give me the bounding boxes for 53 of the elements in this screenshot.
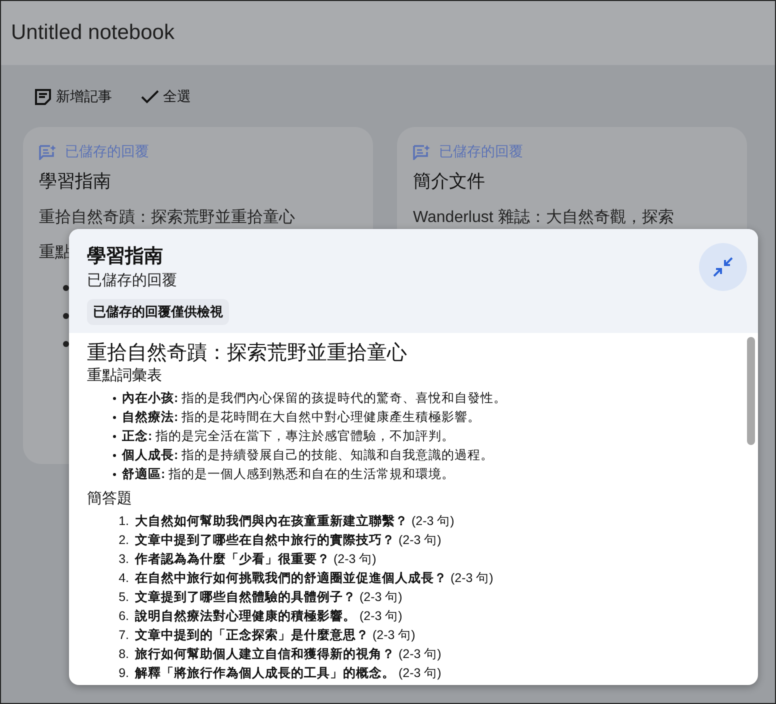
card-title: 簡介文件: [413, 170, 485, 193]
bullet-dot: [113, 435, 116, 438]
list-number: 8.: [118, 646, 129, 663]
check-icon: [140, 89, 160, 105]
card-text: 重拾自然奇蹟：探索荒野並重拾童心: [39, 208, 295, 228]
list-number: 7.: [118, 627, 129, 644]
note-icon: [33, 87, 53, 107]
toolbar-button[interactable]: 新增記事: [31, 85, 114, 109]
saved-response-icon: [413, 144, 431, 160]
bullet-dot: [113, 416, 116, 419]
card-tag: 已儲存的回覆: [439, 143, 523, 161]
bullet-dot: [113, 473, 116, 476]
list-number: 1.: [118, 513, 129, 530]
list-number: 2.: [118, 532, 129, 549]
dialog-title: 學習指南: [87, 245, 163, 269]
glossary-item: 正念: 指的是完全活在當下，專注於感官體驗，不加評判。: [122, 428, 455, 445]
list-number: 3.: [118, 551, 129, 568]
question-item: 旅行如何幫助個人建立自信和獲得新的視角？ (2-3 句): [135, 646, 442, 663]
question-item: 作者認為為什麼「少看」很重要？ (2-3 句): [135, 551, 376, 568]
toolbar-button[interactable]: 全選: [138, 85, 193, 109]
view-only-chip: 已儲存的回覆僅供檢視: [87, 299, 229, 325]
card-text: Wanderlust 雜誌：大自然奇觀，探索: [413, 208, 674, 228]
collapse-button[interactable]: [699, 243, 747, 291]
card-title: 學習指南: [39, 170, 111, 193]
list-number: 5.: [118, 589, 129, 606]
question-item: 解釋「將旅行作為個人成長的工具」的概念。 (2-3 句): [135, 665, 442, 682]
collapse-icon: [712, 256, 734, 278]
bullet-dot: [113, 397, 116, 400]
question-item: 文章中提到的「正念探索」是什麼意思？ (2-3 句): [135, 627, 416, 644]
question-item: 在自然中旅行如何挑戰我們的舒適圈並促進個人成長？ (2-3 句): [135, 570, 494, 587]
bullet-dot: [63, 285, 69, 291]
card-tag: 已儲存的回覆: [65, 143, 149, 161]
window-title: Untitled notebook: [11, 21, 174, 45]
bullet-dot: [113, 454, 116, 457]
list-number: 9.: [118, 665, 129, 682]
bullet-dot: [63, 313, 69, 319]
question-item: 文章提到了哪些自然體驗的具體例子？ (2-3 句): [135, 589, 402, 606]
saved-response-icon: [39, 144, 57, 160]
document-heading: 重拾自然奇蹟：探索荒野並重拾童心: [87, 341, 407, 365]
list-number: 6.: [118, 608, 129, 625]
section-heading: 簡答題: [87, 489, 132, 509]
section-heading: 重點詞彙表: [87, 366, 162, 386]
bullet-dot: [63, 341, 69, 347]
question-item: 大自然如何幫助我們與內在孩童重新建立聯繫？ (2-3 句): [135, 513, 454, 530]
glossary-item: 自然療法: 指的是花時間在大自然中對心理健康產生積極影響。: [122, 409, 481, 426]
dialog-subtitle: 已儲存的回覆: [87, 271, 177, 290]
glossary-item: 內在小孩: 指的是我們內心保留的孩提時代的驚奇、喜悅和自發性。: [122, 390, 507, 407]
question-item: 文章中提到了哪些在自然中旅行的實際技巧？ (2-3 句): [135, 532, 442, 549]
list-number: 4.: [118, 570, 129, 587]
glossary-item: 個人成長: 指的是持續發展自己的技能、知識和自我意識的過程。: [122, 447, 494, 464]
scrollbar-thumb[interactable]: [747, 337, 755, 445]
question-item: 說明自然療法對心理健康的積極影響。 (2-3 句): [135, 608, 402, 625]
glossary-item: 舒適區: 指的是一個人感到熟悉和自在的生活常規和環境。: [122, 466, 455, 483]
